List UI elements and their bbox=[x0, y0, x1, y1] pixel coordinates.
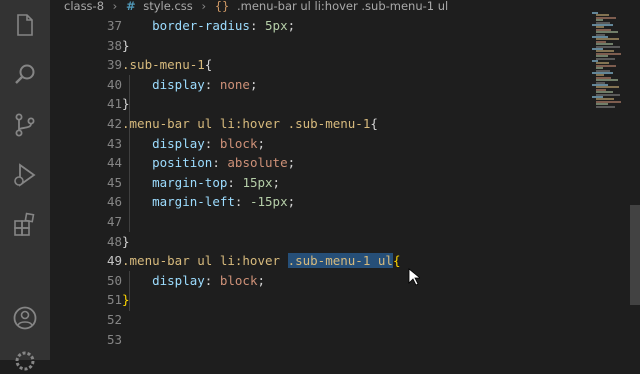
extensions-icon[interactable] bbox=[12, 212, 38, 238]
css-selector-icon: {} bbox=[214, 0, 230, 13]
line-number: 47 bbox=[106, 214, 122, 229]
code-token: { bbox=[370, 116, 378, 131]
code-token: .menu-bar ul li:hover .sub-menu-1 bbox=[122, 116, 371, 131]
code-token: block bbox=[219, 135, 258, 151]
indent-guide bbox=[129, 134, 130, 232]
code-token: display bbox=[152, 76, 205, 92]
line-number: 37 bbox=[106, 18, 122, 33]
line-number: 42 bbox=[106, 116, 122, 131]
code-token: ; bbox=[272, 174, 281, 190]
code-line[interactable]: } bbox=[122, 232, 130, 252]
settings-icon[interactable] bbox=[12, 348, 38, 374]
line-number: 38 bbox=[106, 37, 122, 53]
code-token: : bbox=[249, 18, 266, 33]
scrollbar-thumb[interactable] bbox=[630, 205, 640, 305]
code-line[interactable]: display: none; bbox=[122, 75, 258, 95]
line-number: 43 bbox=[106, 135, 122, 151]
code-token: position bbox=[152, 155, 213, 171]
code-token: .sub-menu-1 ul bbox=[287, 253, 393, 269]
code-token: margin-top bbox=[152, 174, 228, 190]
line-number: 53 bbox=[106, 331, 122, 347]
code-token: ; bbox=[287, 18, 296, 33]
code-token: -15px bbox=[249, 194, 288, 210]
code-token: : bbox=[204, 272, 220, 288]
code-token: ; bbox=[257, 272, 266, 288]
code-line[interactable]: border-radius: 5px; bbox=[122, 16, 295, 36]
minimap-line bbox=[596, 105, 615, 108]
breadcrumb-symbol[interactable]: .menu-bar ul li:hover .sub-menu-1 ul bbox=[237, 0, 448, 12]
code-token: 15px bbox=[242, 174, 273, 190]
code-token: ; bbox=[287, 194, 296, 210]
code-line[interactable]: } bbox=[122, 36, 130, 56]
line-number: 39 bbox=[106, 57, 122, 73]
minimap[interactable] bbox=[588, 0, 628, 360]
line-number: 41 bbox=[106, 96, 122, 112]
line-number: 48 bbox=[106, 233, 122, 249]
code-token: absolute bbox=[227, 155, 288, 171]
line-number: 50 bbox=[106, 272, 122, 288]
code-line[interactable]: position: absolute; bbox=[122, 153, 295, 173]
breadcrumb: class-8 › # style.css › {} .menu-bar ul … bbox=[50, 0, 624, 16]
code-line[interactable]: display: block; bbox=[122, 134, 265, 154]
code-token: display bbox=[152, 272, 205, 288]
breadcrumb-file[interactable]: style.css bbox=[143, 0, 193, 12]
run-debug-icon[interactable] bbox=[12, 162, 38, 188]
code-token: { bbox=[204, 57, 213, 73]
line-number: 46 bbox=[106, 194, 122, 210]
code-token: display bbox=[152, 135, 205, 151]
code-line[interactable]: .menu-bar ul li:hover .sub-menu-1 ul{ bbox=[122, 251, 400, 271]
line-number: 40 bbox=[106, 76, 122, 92]
code-token: ; bbox=[249, 76, 258, 92]
code-token: } bbox=[122, 233, 130, 249]
chevron-right-icon: › bbox=[201, 0, 207, 13]
code-token: ; bbox=[257, 135, 266, 151]
code-token: : bbox=[227, 174, 243, 190]
code-token: : bbox=[234, 194, 250, 210]
code-editor[interactable]: 37 38 39 40 41 42 43 44 45 46 47 48 49 50 51 52 53 borde… bbox=[50, 16, 590, 360]
vertical-scrollbar[interactable] bbox=[628, 0, 640, 360]
code-token: .sub-menu-1 bbox=[122, 57, 205, 73]
minimap-line bbox=[596, 57, 615, 60]
chevron-right-icon: › bbox=[112, 0, 118, 13]
indent-guide bbox=[129, 75, 130, 134]
code-token: 5px bbox=[265, 18, 288, 33]
activity-bar bbox=[0, 0, 50, 371]
line-number: 51 bbox=[106, 292, 122, 308]
code-line[interactable]: .sub-menu-1{ bbox=[122, 55, 212, 75]
code-line[interactable]: margin-left: -15px; bbox=[122, 192, 295, 212]
code-line[interactable]: .menu-bar ul li:hover .sub-menu-1{ bbox=[122, 114, 378, 134]
code-token: : bbox=[212, 155, 228, 171]
code-token: : bbox=[204, 135, 220, 151]
explorer-icon[interactable] bbox=[12, 12, 38, 38]
code-token: margin-left bbox=[152, 194, 235, 210]
code-token: : bbox=[204, 76, 220, 92]
code-token: .menu-bar ul li:hover bbox=[122, 253, 288, 269]
code-token: block bbox=[219, 272, 258, 288]
indent-guide bbox=[129, 271, 130, 311]
source-control-icon[interactable] bbox=[12, 112, 38, 138]
code-line[interactable]: display: block; bbox=[122, 271, 265, 291]
code-token: ; bbox=[287, 155, 296, 171]
line-number: 49 bbox=[106, 253, 122, 269]
line-number: 44 bbox=[106, 155, 122, 171]
account-icon[interactable] bbox=[12, 305, 38, 331]
line-number: 45 bbox=[106, 174, 122, 190]
code-token: border-radius bbox=[152, 18, 250, 33]
css-file-icon: # bbox=[125, 0, 136, 13]
code-token: none bbox=[219, 76, 250, 92]
line-number: 52 bbox=[106, 312, 122, 327]
mouse-cursor-icon bbox=[408, 268, 420, 286]
code-token: } bbox=[122, 37, 130, 53]
code-line[interactable]: margin-top: 15px; bbox=[122, 173, 280, 193]
breadcrumb-folder[interactable]: class-8 bbox=[64, 0, 104, 12]
code-token: { bbox=[392, 253, 401, 269]
search-icon[interactable] bbox=[12, 62, 38, 88]
